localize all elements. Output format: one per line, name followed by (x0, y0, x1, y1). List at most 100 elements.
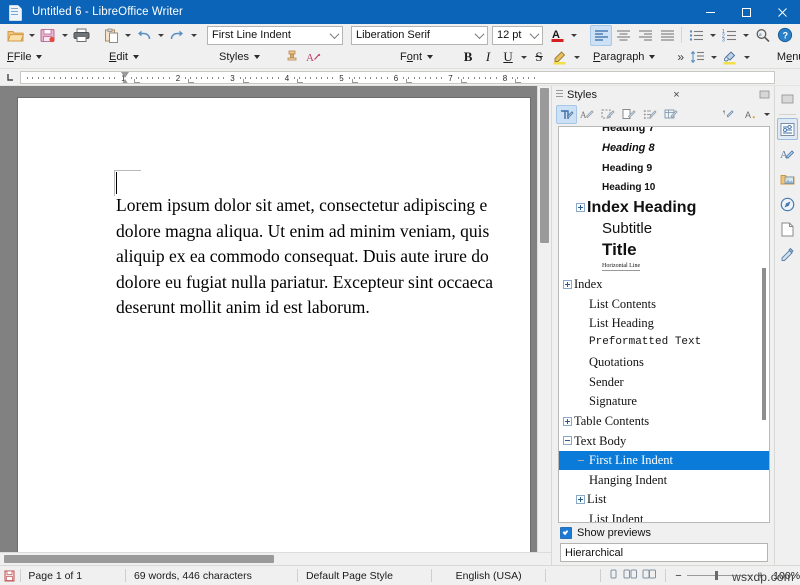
underline-button[interactable]: U (498, 47, 518, 68)
horizontal-ruler[interactable]: 12345678 (20, 71, 775, 84)
zoom-out-button[interactable]: − (670, 570, 686, 582)
redo-icon[interactable] (166, 25, 188, 46)
clear-formatting-icon[interactable]: A (303, 47, 325, 68)
character-styles-icon[interactable]: A (577, 105, 598, 124)
list-styles-icon[interactable] (640, 105, 661, 124)
ordered-list-icon[interactable]: 123 (718, 25, 740, 46)
edit-menu-button[interactable]: Edit (106, 47, 142, 67)
page-count-status[interactable]: Page 1 of 1 (20, 566, 125, 585)
styles-list-item[interactable]: Sender (559, 372, 769, 392)
print-icon[interactable] (70, 25, 92, 46)
styles-list-item[interactable]: Quotations (559, 353, 769, 373)
styles-list-item[interactable]: Preformatted Text (559, 333, 769, 353)
paragraph-styles-icon[interactable] (556, 105, 577, 124)
styles-list-item[interactable]: Heading 8 (559, 139, 769, 159)
ruler-tab-stop[interactable] (406, 79, 412, 83)
ruler-tab-stop[interactable] (352, 79, 358, 83)
align-left-icon[interactable] (590, 25, 612, 46)
tab-stop-icon[interactable] (0, 69, 20, 85)
save-dropdown-caret[interactable] (59, 25, 70, 46)
styles-list-item[interactable]: List Heading (559, 314, 769, 334)
style-filter-select[interactable]: Hierarchical (560, 543, 768, 562)
show-previews-checkbox-row[interactable]: Show previews (560, 525, 768, 540)
styles-list-item[interactable]: Subtitle (559, 218, 769, 239)
bold-button[interactable]: B (458, 47, 478, 68)
ruler-tab-stop[interactable] (134, 79, 140, 83)
expand-icon[interactable] (576, 495, 585, 504)
first-line-indent-marker[interactable] (121, 72, 130, 84)
table-styles-icon[interactable] (661, 105, 682, 124)
open-folder-icon[interactable] (4, 25, 26, 46)
open-dropdown-caret[interactable] (26, 25, 37, 46)
save-icon[interactable] (37, 25, 59, 46)
font-color-icon[interactable]: A (546, 25, 568, 46)
selection-mode-status[interactable] (546, 566, 599, 585)
unordered-list-icon[interactable] (685, 25, 707, 46)
page-style-status[interactable]: Default Page Style (298, 566, 431, 585)
chevron-down-icon-font[interactable] (471, 27, 487, 44)
zoom-knob[interactable] (715, 571, 718, 580)
styles-list-item-selected[interactable]: First Line Indent (559, 451, 769, 471)
line-spacing-dropdown-caret[interactable] (708, 47, 719, 68)
styles-tree-list[interactable]: Heading 7Heading 8Heading 9Heading 10Ind… (558, 126, 770, 523)
styles-list-item[interactable]: Index Heading (559, 197, 769, 218)
document-area[interactable]: Lorem ipsum dolor sit amet, consectetur … (0, 86, 551, 565)
style-actions-icon[interactable]: A (740, 105, 761, 124)
styles-list-item[interactable]: Heading 9 (559, 158, 769, 178)
underline-dropdown-caret[interactable] (518, 47, 529, 68)
minimize-button[interactable] (692, 0, 728, 24)
show-previews-checkbox[interactable] (560, 527, 572, 539)
paste-icon[interactable] (100, 25, 122, 46)
word-count-status[interactable]: 69 words, 446 characters (126, 566, 297, 585)
properties-icon[interactable] (777, 118, 798, 140)
navigator-icon[interactable] (777, 193, 798, 215)
panel-menu-icon[interactable] (756, 87, 772, 102)
paragraph-menu-button[interactable]: Paragraph (590, 47, 658, 67)
expand-icon[interactable] (563, 280, 572, 289)
styles-list-item[interactable]: Heading 10 (559, 178, 769, 198)
clone-formatting-icon[interactable] (281, 47, 303, 68)
ruler-tab-stop[interactable] (188, 79, 194, 83)
style-inspector-icon[interactable] (777, 243, 798, 265)
frame-styles-icon[interactable] (598, 105, 619, 124)
maximize-button[interactable] (728, 0, 764, 24)
highlighting-dropdown-caret[interactable] (571, 47, 582, 68)
ruler-tab-stop[interactable] (515, 79, 521, 83)
close-icon[interactable]: × (668, 87, 684, 102)
highlighting-color-icon[interactable] (549, 47, 571, 68)
styles-list-item[interactable]: List (559, 490, 769, 510)
book-view-icon[interactable] (642, 569, 657, 582)
menu-button[interactable]: Menu (774, 47, 800, 67)
undo-icon[interactable] (133, 25, 155, 46)
font-name-combobox[interactable]: Liberation Serif (351, 26, 488, 45)
help-icon[interactable]: ? (774, 25, 796, 46)
paragraph-background-icon[interactable] (719, 47, 741, 68)
styles-list-item[interactable]: Title (559, 239, 769, 261)
chevron-down-icon[interactable] (326, 27, 342, 44)
unsaved-changes-icon[interactable] (0, 570, 20, 582)
expand-icon[interactable] (576, 203, 585, 212)
align-justified-icon[interactable] (656, 25, 678, 46)
styles-list-item[interactable]: Hanging Indent (559, 470, 769, 490)
paste-dropdown-caret[interactable] (122, 25, 133, 46)
font-color-dropdown-caret[interactable] (568, 25, 579, 46)
fill-format-mode-icon[interactable]: ¶ (719, 105, 740, 124)
paragraph-style-combobox[interactable]: First Line Indent (207, 26, 343, 45)
document-vertical-scrollbar[interactable] (537, 86, 551, 565)
scrollbar-thumb-horizontal[interactable] (4, 555, 274, 563)
toolbar-overflow-chevron[interactable]: » (677, 50, 684, 64)
styles-menu-button[interactable]: Styles (207, 47, 263, 67)
styles-icon[interactable]: A (777, 143, 798, 165)
panel-grip-icon[interactable] (555, 89, 564, 100)
language-status[interactable]: English (USA) (432, 566, 546, 585)
undo-dropdown-caret[interactable] (155, 25, 166, 46)
file-menu-button[interactable]: FFileFile (4, 47, 45, 67)
font-size-combobox[interactable]: 12 pt (492, 26, 543, 45)
expand-icon[interactable] (563, 417, 572, 426)
style-actions-caret[interactable] (761, 104, 772, 125)
align-right-icon[interactable] (634, 25, 656, 46)
document-page[interactable]: Lorem ipsum dolor sit amet, consectetur … (18, 98, 530, 565)
align-center-icon[interactable] (612, 25, 634, 46)
styles-list-item[interactable]: Index (559, 274, 769, 294)
styles-list-item[interactable]: List Contents (559, 294, 769, 314)
